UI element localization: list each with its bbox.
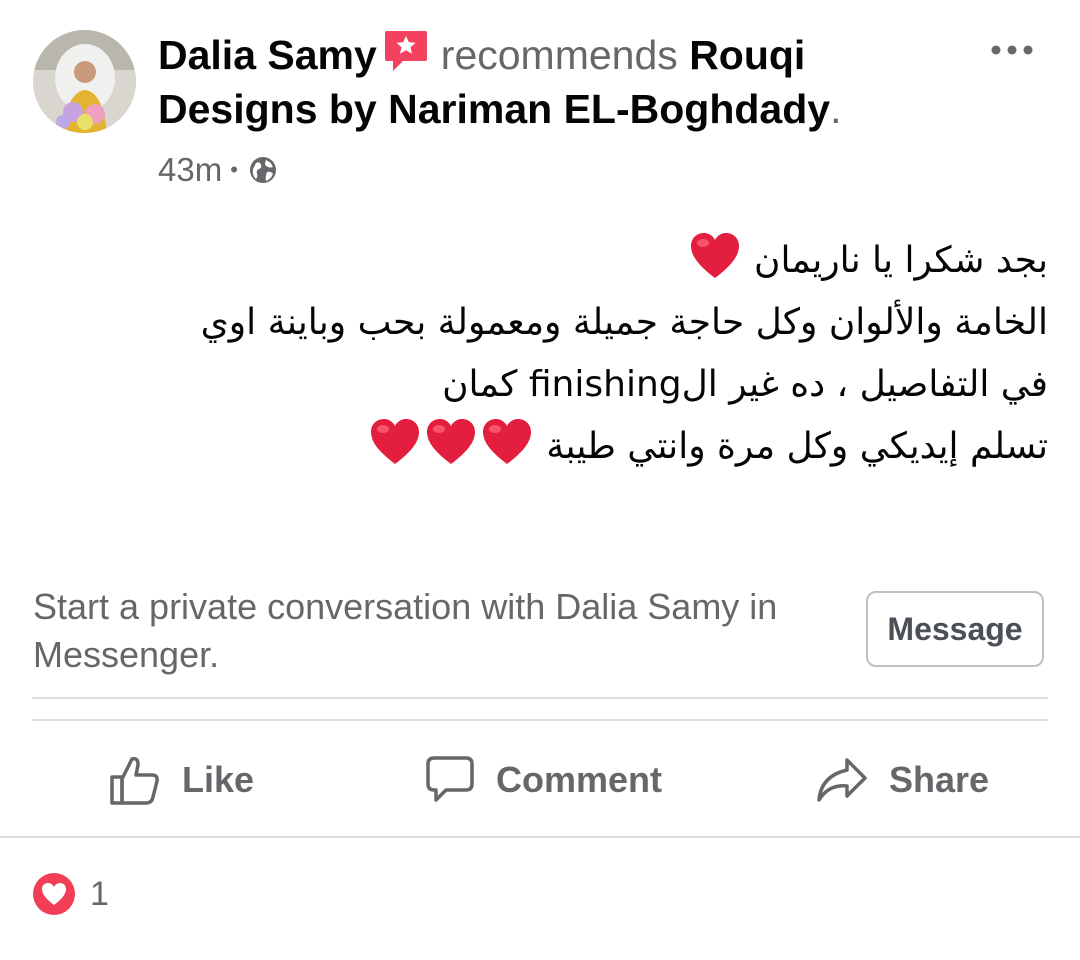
- share-label: Share: [889, 759, 990, 800]
- post-body: بجد شكرا يا ناريمان الخامة والألوان وكل …: [40, 230, 1048, 478]
- share-button[interactable]: Share: [815, 745, 989, 815]
- messenger-prompt-text: Start a private conversation with Dalia …: [33, 586, 778, 675]
- divider: [0, 836, 1080, 838]
- recommendation-badge-icon: [383, 29, 429, 73]
- author-name[interactable]: Dalia Samy: [158, 32, 377, 78]
- divider: [32, 697, 1048, 699]
- recommendation-post: Dalia Samy recommends Rouqi Designs by N…: [0, 0, 1080, 960]
- globe-icon: [249, 157, 276, 183]
- meta-separator: •: [230, 157, 238, 182]
- body-line-4: تسلم إيديكي وكل مرة وانتي طيبة: [40, 416, 1048, 478]
- body-line-3: في التفاصيل ، ده غير الfinishing كمان: [442, 364, 1048, 405]
- body-line-2: الخامة والألوان وكل حاجة جميلة ومعمولة ب…: [200, 302, 1048, 343]
- comment-label: Comment: [496, 759, 663, 800]
- red-heart-emoji: [370, 419, 419, 464]
- love-reaction-icon: [33, 873, 75, 915]
- timestamp[interactable]: 43m: [158, 151, 222, 189]
- post-header: Dalia Samy recommends Rouqi Designs by N…: [158, 28, 948, 136]
- comment-button[interactable]: Comment: [424, 745, 662, 815]
- post-meta: 43m •: [158, 150, 278, 190]
- reaction-summary[interactable]: 1: [32, 870, 109, 918]
- divider: [32, 719, 1048, 721]
- more-options-icon: [991, 45, 1033, 55]
- body-line-1-text: بجد شكرا يا ناريمان: [754, 240, 1048, 281]
- message-button[interactable]: Message: [866, 591, 1044, 667]
- red-heart-emoji: [690, 233, 739, 278]
- body-line-4-text: تسلم إيديكي وكل مرة وانتي طيبة: [546, 426, 1048, 467]
- recommends-text: recommends: [440, 32, 678, 78]
- body-line-1: بجد شكرا يا ناريمان: [40, 230, 1048, 292]
- more-options-button[interactable]: [982, 28, 1042, 72]
- red-heart-emoji: [482, 419, 531, 464]
- like-thumb-icon: [110, 756, 159, 805]
- red-heart-emoji: [426, 419, 475, 464]
- header-period: .: [830, 86, 842, 132]
- like-label: Like: [182, 759, 255, 800]
- author-avatar[interactable]: [33, 30, 136, 133]
- comment-bubble-icon: [426, 756, 474, 802]
- like-button[interactable]: Like: [108, 745, 254, 815]
- share-arrow-icon: [817, 758, 867, 802]
- reaction-count: 1: [90, 874, 109, 913]
- avatar-photo: [33, 30, 136, 133]
